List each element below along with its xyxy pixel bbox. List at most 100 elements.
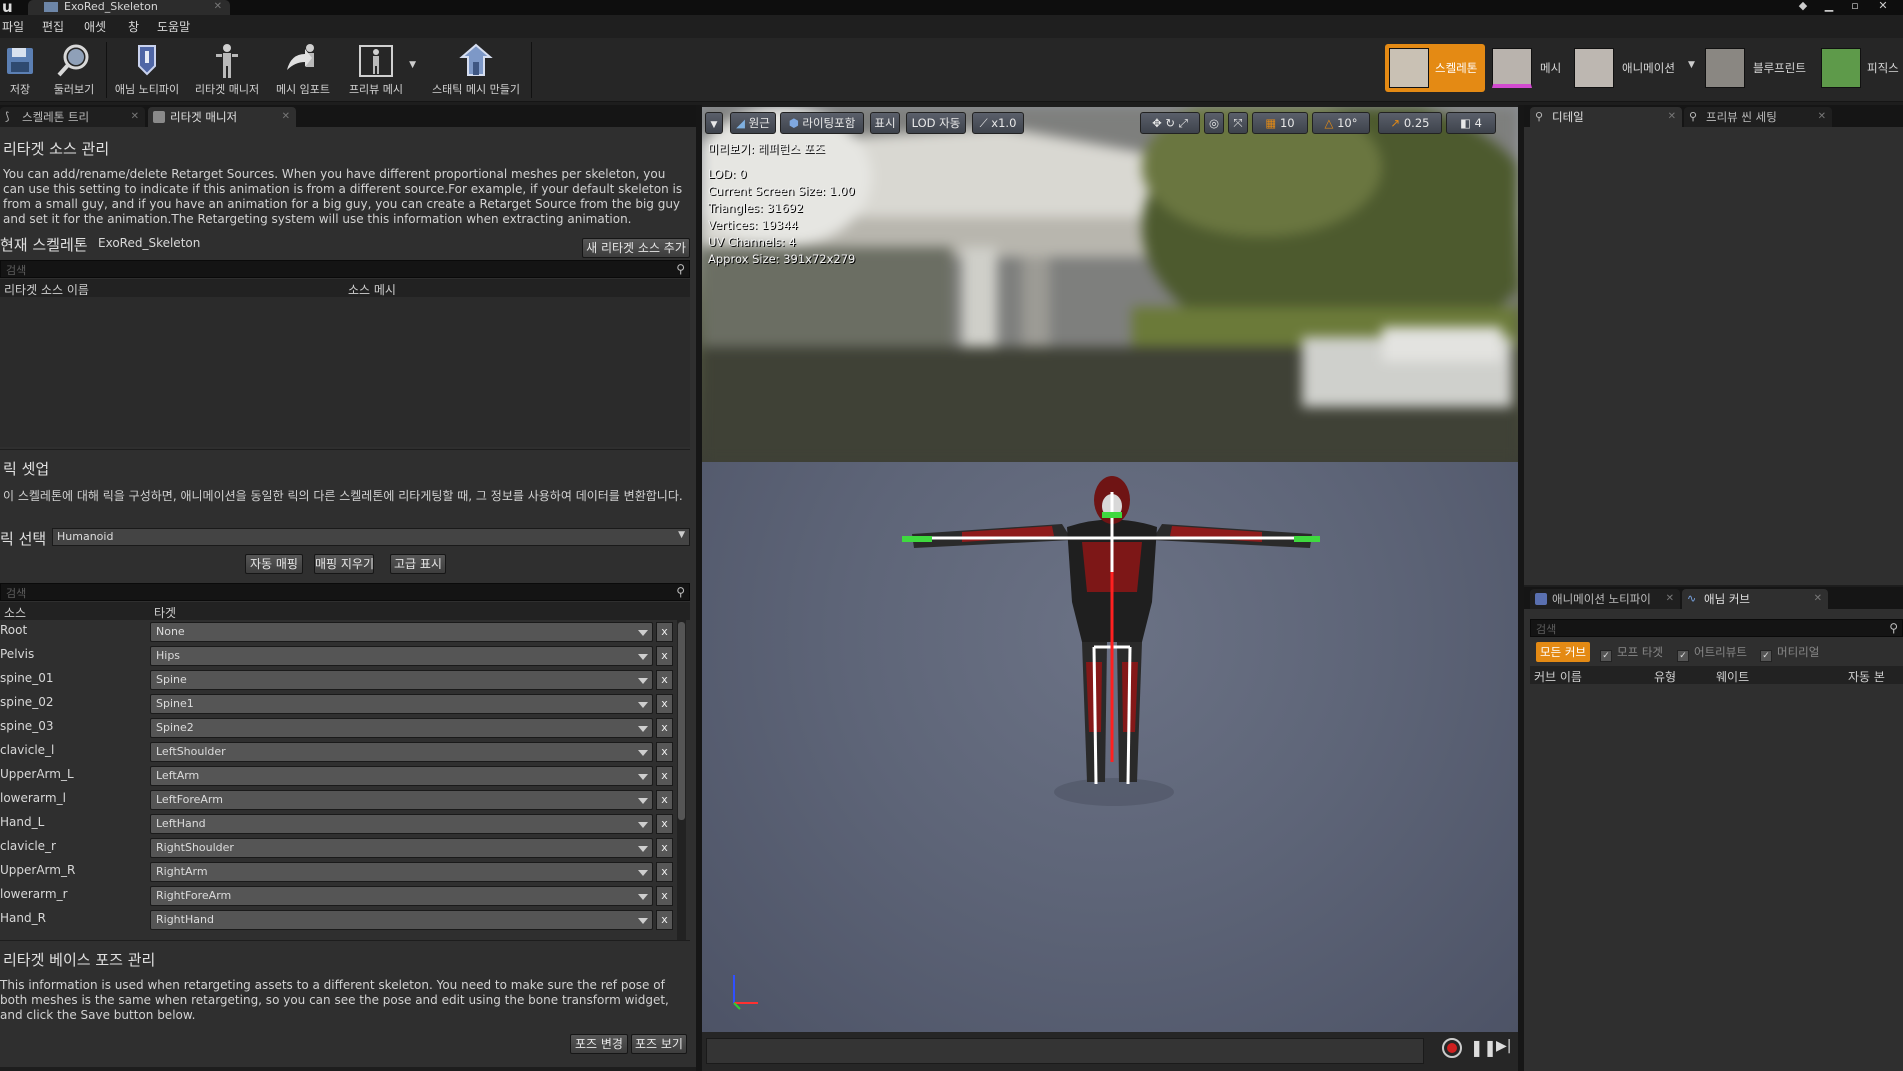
clear-mapping-x-button[interactable]: x xyxy=(656,766,673,786)
maximize-icon[interactable]: ▫ xyxy=(1842,0,1868,14)
tab-animation-notifies[interactable]: 애니메이션 노티파이 ✕ xyxy=(1530,589,1680,609)
mapping-target-dropdown[interactable]: RightArm xyxy=(150,862,653,882)
rig-mapping-search-input[interactable]: 검색 ⚲ xyxy=(0,583,690,601)
mode-animation-button[interactable]: 애니메이션 ▼ xyxy=(1570,44,1700,92)
mode-skeleton-button[interactable]: 스켈레톤 xyxy=(1385,44,1485,92)
retarget-source-search-input[interactable]: 검색 ⚲ xyxy=(0,260,690,278)
scrollbar-thumb[interactable] xyxy=(678,622,685,820)
tab-retarget-manager[interactable]: 리타겟 매니저 ✕ xyxy=(148,107,296,127)
rig-select-dropdown[interactable]: Humanoid ▼ xyxy=(52,528,690,546)
clear-mapping-x-button[interactable]: x xyxy=(656,862,673,882)
notification-icon[interactable]: ◆ xyxy=(1790,0,1816,14)
unreal-logo-icon[interactable]: u xyxy=(2,0,13,16)
clear-mapping-x-button[interactable]: x xyxy=(656,886,673,906)
chevron-down-icon[interactable]: ▼ xyxy=(409,60,416,70)
transform-mode-group[interactable]: ✥ ↻ ⤢ xyxy=(1140,112,1200,134)
show-menu-button[interactable]: 표시 xyxy=(870,112,900,134)
add-retarget-source-button[interactable]: 새 리타겟 소스 추가 xyxy=(582,238,690,258)
camera-speed-button[interactable]: ◧ 4 xyxy=(1446,112,1496,134)
make-static-mesh-button[interactable]: 스태틱 메시 만들기 xyxy=(424,40,528,100)
viewport-options-button[interactable]: ▼ xyxy=(705,112,723,134)
chevron-down-icon[interactable]: ▼ xyxy=(1688,60,1695,70)
tab-anim-curves[interactable]: ∿ 애님 커브 ✕ xyxy=(1682,589,1828,609)
curve-search-input[interactable]: 검색 ⚲ xyxy=(1530,619,1903,637)
retarget-source-list[interactable] xyxy=(0,297,690,447)
show-advanced-button[interactable]: 고급 표시 xyxy=(390,554,446,574)
clear-mapping-x-button[interactable]: x xyxy=(656,814,673,834)
close-icon[interactable]: ✕ xyxy=(214,0,222,13)
grid-snap-button[interactable]: ▦ 10 xyxy=(1252,112,1308,134)
scale-icon[interactable]: ⤢ xyxy=(1179,116,1188,130)
mapping-target-dropdown[interactable]: Spine2 xyxy=(150,718,653,738)
clear-mapping-x-button[interactable]: x xyxy=(656,910,673,930)
menu-asset[interactable]: 애셋 xyxy=(84,18,106,35)
scale-snap-button[interactable]: ↗ 0.25 xyxy=(1378,112,1442,134)
close-icon[interactable]: ✕ xyxy=(1818,107,1826,127)
close-icon[interactable]: ✕ xyxy=(1666,589,1674,609)
mode-mesh-button[interactable]: 메시 xyxy=(1488,44,1570,92)
timeline-scrubber[interactable] xyxy=(706,1038,1424,1064)
mode-physics-button[interactable]: 피직스 xyxy=(1817,44,1903,92)
close-icon[interactable]: ✕ xyxy=(131,107,139,127)
close-icon[interactable]: ✕ xyxy=(1668,107,1676,127)
surface-snap-button[interactable]: ⤧ xyxy=(1228,112,1248,134)
filter-attribute[interactable]: ✓ 어트리뷰트 xyxy=(1677,642,1747,662)
browse-button[interactable]: 둘러보기 xyxy=(44,40,104,100)
filter-all-curves-button[interactable]: 모든 커브 xyxy=(1536,642,1590,662)
menu-file[interactable]: 파일 xyxy=(2,18,24,35)
filter-morph-target[interactable]: ✓ 모프 타겟 xyxy=(1600,642,1663,662)
record-button[interactable] xyxy=(1442,1038,1462,1058)
tab-preview-scene-settings[interactable]: ⚲ 프리뷰 씬 세팅 ✕ xyxy=(1684,107,1832,127)
close-icon[interactable]: ✕ xyxy=(282,107,290,127)
mapping-target-dropdown[interactable]: Spine1 xyxy=(150,694,653,714)
anim-notify-button[interactable]: 애님 노티파이 xyxy=(110,40,184,100)
auto-map-button[interactable]: 자동 매핑 xyxy=(245,554,303,574)
mapping-target-dropdown[interactable]: LeftArm xyxy=(150,766,653,786)
close-window-icon[interactable]: ✕ xyxy=(1870,0,1896,14)
clear-mapping-x-button[interactable]: x xyxy=(656,622,673,642)
menu-help[interactable]: 도움말 xyxy=(157,18,190,35)
close-icon[interactable]: ✕ xyxy=(1814,589,1822,609)
clear-mapping-x-button[interactable]: x xyxy=(656,718,673,738)
menu-edit[interactable]: 편집 xyxy=(42,18,64,35)
rotation-snap-button[interactable]: △ 10° xyxy=(1312,112,1370,134)
mesh-import-button[interactable]: 메시 임포트 xyxy=(270,40,336,100)
document-tab[interactable]: ExoRed_Skeleton ✕ xyxy=(28,0,230,15)
rotate-icon[interactable]: ↻ xyxy=(1165,116,1175,130)
retarget-manager-button[interactable]: 리타겟 매니저 xyxy=(190,40,264,100)
viewport[interactable]: ▼ ◢ 원근 ⬢ 라이팅포함 표시 LOD 자동 ⟋ x1.0 ✥ ↻ ⤢ ◎ … xyxy=(702,107,1518,1032)
mode-blueprint-button[interactable]: 블루프린트 xyxy=(1701,44,1817,92)
step-forward-icon[interactable]: ▶| xyxy=(1496,1038,1511,1054)
mapping-target-dropdown[interactable]: None xyxy=(150,622,653,642)
clear-mapping-x-button[interactable]: x xyxy=(656,694,673,714)
mapping-target-dropdown[interactable]: LeftHand xyxy=(150,814,653,834)
clear-mapping-x-button[interactable]: x xyxy=(656,646,673,666)
mapping-target-dropdown[interactable]: RightForeArm xyxy=(150,886,653,906)
mapping-target-dropdown[interactable]: LeftShoulder xyxy=(150,742,653,762)
clear-mapping-x-button[interactable]: x xyxy=(656,742,673,762)
mapping-target-dropdown[interactable]: RightShoulder xyxy=(150,838,653,858)
mapping-target-dropdown[interactable]: Hips xyxy=(150,646,653,666)
lit-mode-button[interactable]: ⬢ 라이팅포함 xyxy=(780,112,864,134)
lod-auto-button[interactable]: LOD 자동 xyxy=(906,112,966,134)
mapping-target-dropdown[interactable]: Spine xyxy=(150,670,653,690)
tab-details[interactable]: ⚲ 디테일 ✕ xyxy=(1530,107,1682,127)
pause-icon[interactable]: ❚❚ xyxy=(1470,1038,1497,1057)
mapping-target-dropdown[interactable]: LeftForeArm xyxy=(150,790,653,810)
coordinate-system-button[interactable]: ◎ xyxy=(1204,112,1224,134)
clear-mapping-x-button[interactable]: x xyxy=(656,838,673,858)
menu-window[interactable]: 창 xyxy=(128,18,139,35)
clear-mapping-x-button[interactable]: x xyxy=(656,670,673,690)
playback-speed-button[interactable]: ⟋ x1.0 xyxy=(972,112,1024,134)
clear-mapping-button[interactable]: 매핑 지우기 xyxy=(314,554,374,574)
clear-mapping-x-button[interactable]: x xyxy=(656,790,673,810)
view-pose-button[interactable]: 포즈 보기 xyxy=(631,1034,687,1054)
modify-pose-button[interactable]: 포즈 변경 xyxy=(570,1034,628,1054)
minimize-icon[interactable]: ▁ xyxy=(1816,0,1842,14)
filter-material[interactable]: ✓ 머티리얼 xyxy=(1760,642,1819,662)
mapping-target-dropdown[interactable]: RightHand xyxy=(150,910,653,930)
tab-skeleton-tree[interactable]: ⟆ 스켈레톤 트리 ✕ xyxy=(0,107,145,127)
perspective-button[interactable]: ◢ 원근 xyxy=(730,112,776,134)
save-button[interactable]: 저장 xyxy=(0,40,40,100)
preview-mesh-button[interactable]: 프리뷰 메시 ▼ xyxy=(340,40,416,100)
